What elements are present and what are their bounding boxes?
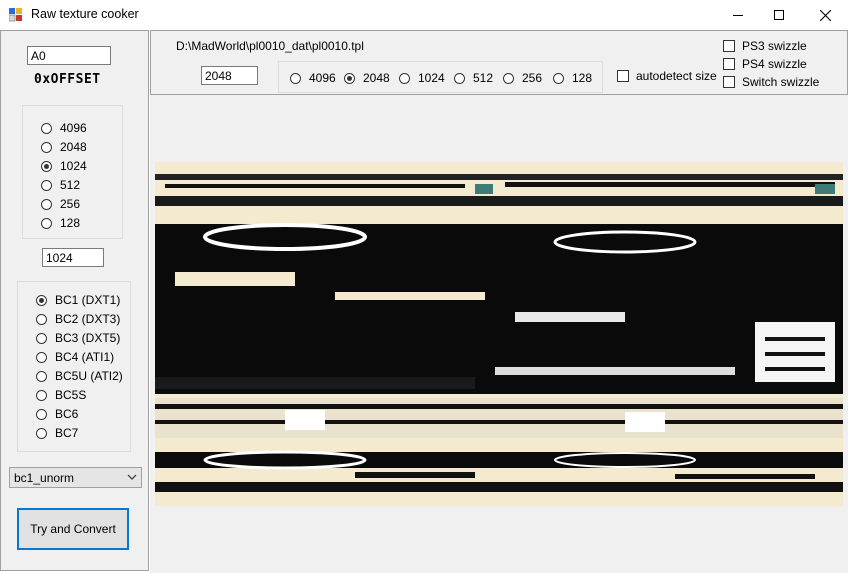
format-option-bc5u[interactable]: BC5U (ATI2) [36, 368, 123, 384]
radio-circle-selected [344, 72, 355, 84]
try-and-convert-button[interactable]: Try and Convert [17, 508, 129, 550]
left-size-option-512[interactable]: 512 [41, 177, 80, 193]
radio-circle [36, 427, 47, 439]
radio-circle [503, 72, 514, 84]
file-path-label: D:\MadWorld\pl0010_dat\pl0010.tpl [176, 39, 364, 53]
radio-circle [41, 198, 52, 210]
left-size-group: 4096 2048 1024 512 256 128 [22, 105, 123, 239]
app-icon [9, 8, 22, 22]
checkbox-box [723, 76, 735, 88]
texture-preview-image [155, 162, 843, 506]
dxgi-format-select[interactable]: bc1_unorm [9, 467, 142, 488]
radio-circle [41, 217, 52, 229]
radio-circle [36, 313, 47, 325]
top-size-option-128[interactable]: 128 [553, 70, 592, 86]
format-option-bc6[interactable]: BC6 [36, 406, 78, 422]
radio-circle [36, 389, 47, 401]
maximize-icon [774, 10, 784, 20]
close-button[interactable] [802, 0, 848, 30]
radio-circle [454, 72, 465, 84]
close-icon [819, 9, 831, 21]
radio-circle-selected [36, 294, 47, 306]
ps3-swizzle-checkbox[interactable]: PS3 swizzle [723, 38, 807, 54]
format-option-bc4[interactable]: BC4 (ATI1) [36, 349, 114, 365]
radio-circle-selected [41, 160, 52, 172]
maximize-button[interactable] [756, 0, 802, 30]
radio-circle [553, 72, 564, 84]
minimize-button[interactable] [715, 0, 761, 30]
dxgi-format-value: bc1_unorm [14, 470, 75, 485]
left-size-option-2048[interactable]: 2048 [41, 139, 87, 155]
left-size-input[interactable] [42, 248, 104, 267]
format-group: BC1 (DXT1) BC2 (DXT3) BC3 (DXT5) BC4 (AT… [17, 281, 131, 452]
left-size-option-1024[interactable]: 1024 [41, 158, 87, 174]
minimize-icon [733, 15, 743, 16]
radio-circle [36, 332, 47, 344]
autodetect-size-checkbox[interactable]: autodetect size [617, 68, 717, 84]
ps4-swizzle-checkbox[interactable]: PS4 swizzle [723, 56, 807, 72]
format-option-bc5s[interactable]: BC5S [36, 387, 86, 403]
format-option-bc2[interactable]: BC2 (DXT3) [36, 311, 120, 327]
left-size-option-128[interactable]: 128 [41, 215, 80, 231]
checkbox-box [723, 58, 735, 70]
top-size-option-2048[interactable]: 2048 [344, 70, 390, 86]
offset-input[interactable] [27, 46, 111, 65]
radio-circle [36, 408, 47, 420]
checkbox-box [617, 70, 629, 82]
radio-circle [41, 179, 52, 191]
radio-circle [36, 370, 47, 382]
offset-label: 0xOFFSET [34, 72, 101, 87]
radio-circle [399, 72, 410, 84]
top-panel: D:\MadWorld\pl0010_dat\pl0010.tpl 4096 2… [150, 30, 848, 95]
radio-circle [290, 72, 301, 84]
radio-circle [36, 351, 47, 363]
title-bar: Raw texture cooker [0, 0, 848, 30]
top-size-option-1024[interactable]: 1024 [399, 70, 445, 86]
top-size-group: 4096 2048 1024 512 256 128 [278, 61, 603, 93]
format-option-bc7[interactable]: BC7 [36, 425, 78, 441]
left-size-option-256[interactable]: 256 [41, 196, 80, 212]
top-size-option-4096[interactable]: 4096 [290, 70, 336, 86]
radio-circle [41, 122, 52, 134]
top-size-option-512[interactable]: 512 [454, 70, 493, 86]
width-input[interactable] [201, 66, 258, 85]
left-size-option-4096[interactable]: 4096 [41, 120, 87, 136]
top-size-option-256[interactable]: 256 [503, 70, 542, 86]
radio-circle [41, 141, 52, 153]
format-option-bc1[interactable]: BC1 (DXT1) [36, 292, 120, 308]
checkbox-box [723, 40, 735, 52]
chevron-down-icon [127, 474, 137, 480]
switch-swizzle-checkbox[interactable]: Switch swizzle [723, 74, 819, 90]
left-panel: 0xOFFSET 4096 2048 1024 512 256 128 BC1 … [0, 30, 149, 571]
format-option-bc3[interactable]: BC3 (DXT5) [36, 330, 120, 346]
window-title: Raw texture cooker [31, 7, 139, 21]
